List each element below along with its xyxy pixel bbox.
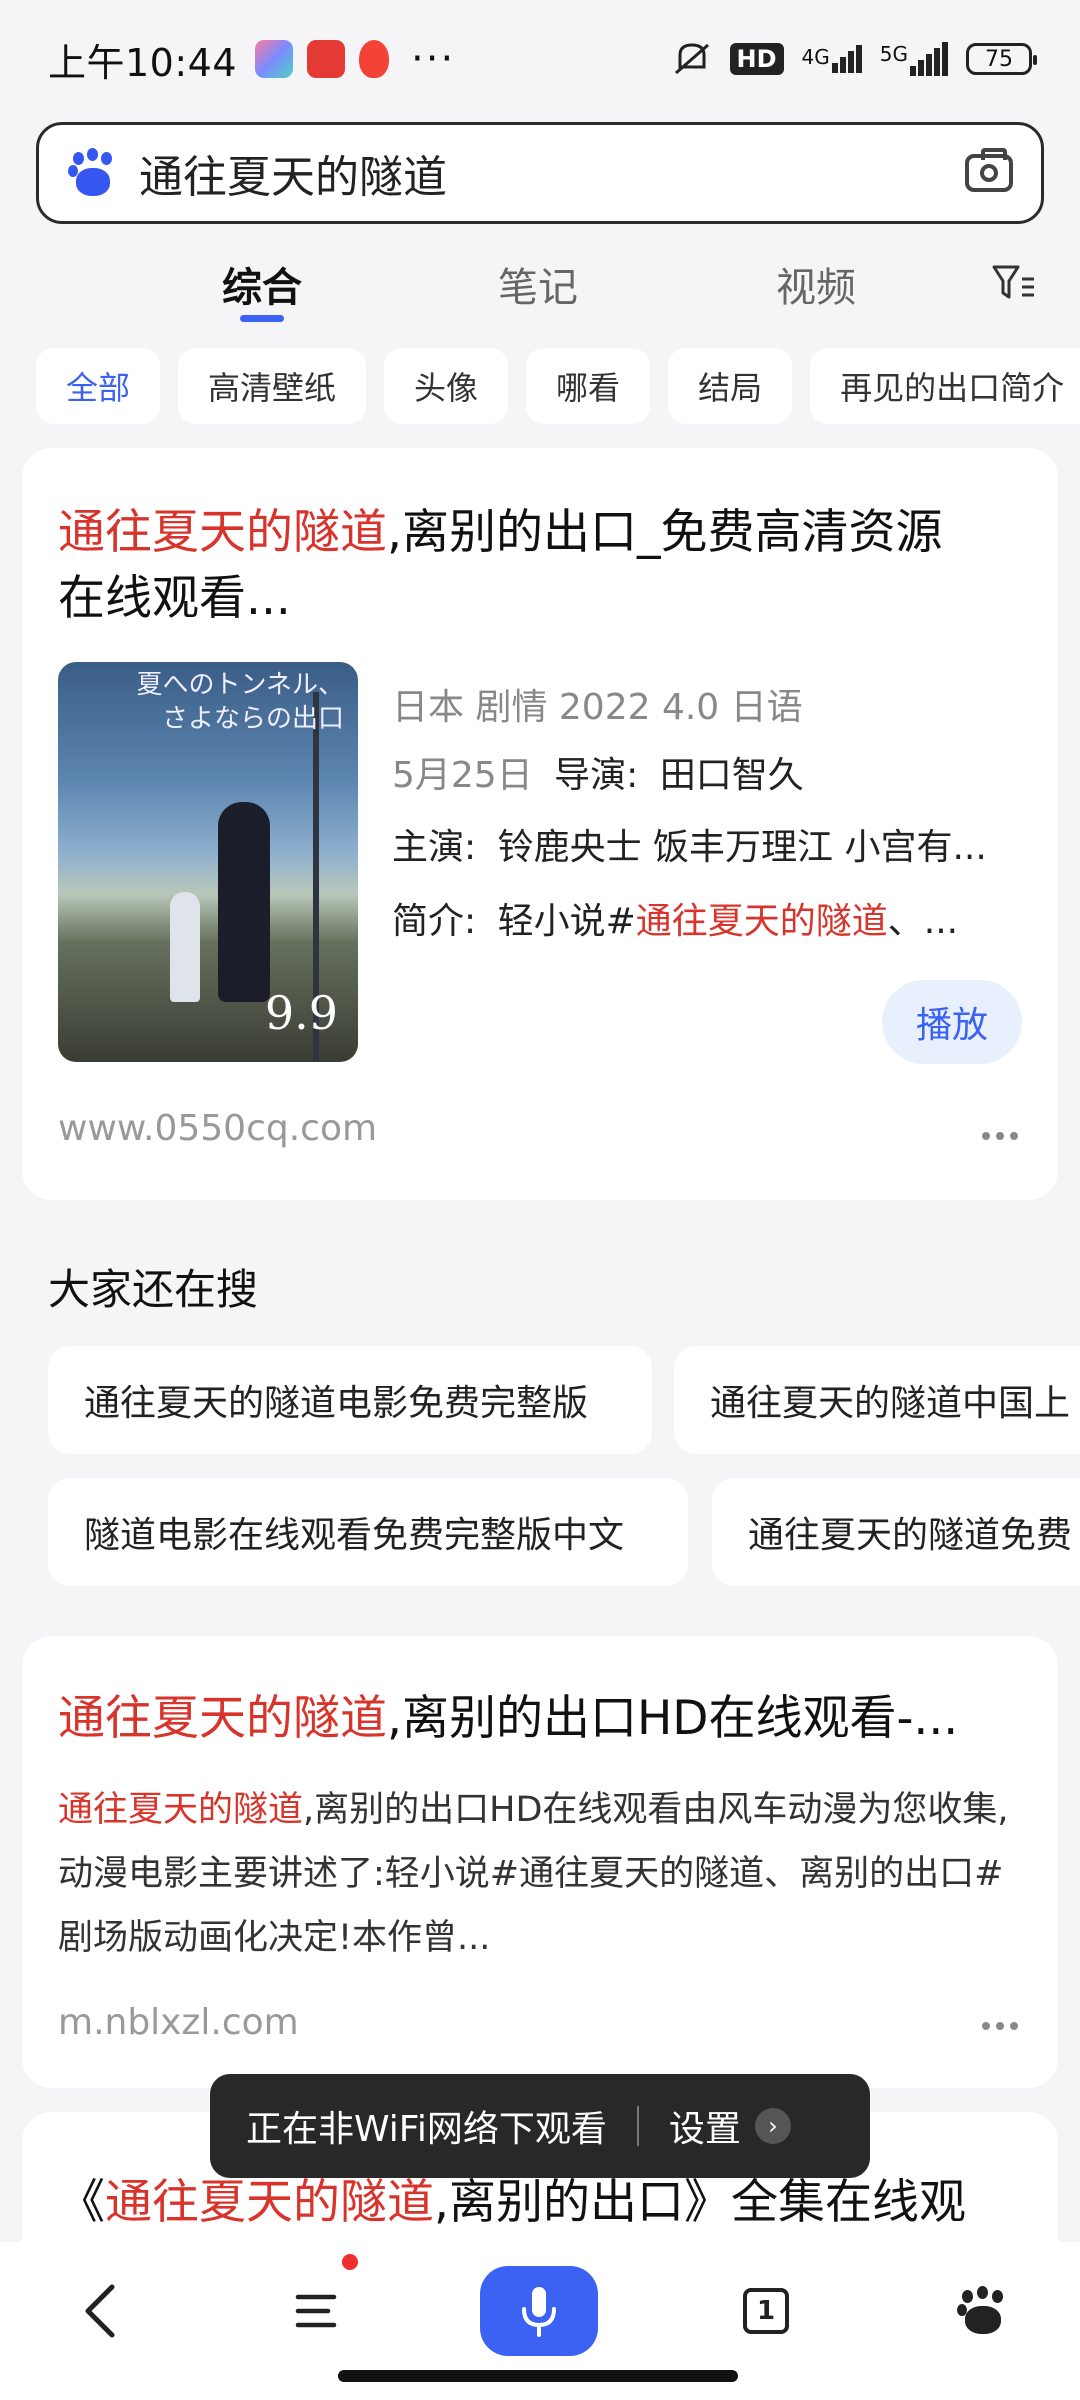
status-bar: 上午10:44 ··· HD 4G 5G 75 [0, 0, 1080, 118]
profile-button[interactable] [942, 2266, 1022, 2356]
result-snippet: 通往夏天的隧道,离别的出口HD在线观看由风车动漫为您收集,动漫电影主要讲述了:轻… [58, 1778, 1028, 1970]
battery-icon: 75 [966, 43, 1037, 75]
balloon-app-icon [359, 40, 390, 78]
director-label: 导演: [554, 755, 639, 796]
intro-highlight: 通往夏天的隧道 [635, 901, 888, 942]
result-url[interactable]: www.0550cq.com [58, 1108, 377, 1149]
related-search-item[interactable]: 隧道电影在线观看免费完整版中文 [48, 1478, 688, 1586]
poster-date: 9.9 [264, 986, 338, 1040]
intro-label: 简介: [392, 901, 477, 942]
net-type-label: 5G [879, 42, 908, 66]
toast-settings-button[interactable]: 设置 [669, 2100, 741, 2152]
baidu-paw-icon [957, 2286, 1007, 2336]
chip-where-to-watch[interactable]: 哪看 [526, 348, 651, 424]
active-tab-indicator [240, 315, 284, 322]
intro-text-end: 、... [887, 901, 959, 942]
poster-caption: 夏へのトンネル、 さよならの出口 [137, 668, 344, 736]
result-title[interactable]: 通往夏天的隧道,离别的出口HD在线观看-... [58, 1686, 1018, 1752]
cast-label: 主演: [392, 827, 477, 868]
movie-result-card[interactable]: 通往夏天的隧道,离别的出口_免费高清资源 在线观看... 夏へのトンネル、 さよ… [22, 448, 1058, 1200]
toast-message: 正在非WiFi网络下观看 [246, 2109, 607, 2150]
game-app-icon [255, 40, 294, 78]
tabs-count: 1 [756, 2296, 776, 2326]
result-title[interactable]: 《通往夏天的隧道,离别的出口》全集在线观 [58, 2170, 1048, 2236]
more-notifications-icon: ··· [411, 36, 456, 82]
title-highlight: 通往夏天的隧道 [58, 1691, 387, 1746]
poster-caption-line1: 夏へのトンネル、 [136, 670, 344, 700]
chip-all[interactable]: 全部 [36, 348, 161, 424]
voice-search-button[interactable] [480, 2266, 598, 2356]
title-bracket: 《 [58, 2175, 105, 2230]
intro-text: 轻小说# [497, 901, 636, 942]
network-toast: 正在非WiFi网络下观看 设置 › [210, 2074, 870, 2178]
notification-icons [255, 40, 390, 78]
mute-icon [674, 43, 709, 75]
play-button[interactable]: 播放 [882, 980, 1022, 1064]
tabs-button[interactable]: 1 [726, 2266, 806, 2356]
result-tabs: 综合 笔记 视频 [0, 245, 1080, 325]
more-options-icon[interactable] [982, 1132, 1018, 1142]
filter-icon[interactable] [992, 263, 1036, 303]
movie-release-director: 5月25日 导演: 田口智久 [392, 746, 804, 798]
tab-comprehensive[interactable]: 综合 [222, 255, 302, 313]
title-text: ,离别的出口HD在线观看-... [387, 1691, 959, 1746]
director-name: 田口智久 [659, 755, 804, 796]
title-text: ,离别的出口》全集在线观 [434, 2175, 966, 2230]
result-title[interactable]: 通往夏天的隧道,离别的出口_免费高清资源 在线观看... [58, 500, 1018, 632]
menu-icon [295, 2294, 337, 2328]
web-result-card[interactable]: 通往夏天的隧道,离别的出口HD在线观看-... 通往夏天的隧道,离别的出口HD在… [22, 1636, 1058, 2088]
notification-dot [342, 2254, 358, 2270]
related-search-item[interactable]: 通往夏天的隧道电影免费完整版 [48, 1346, 652, 1454]
title-highlight: 通往夏天的隧道 [58, 505, 387, 560]
system-icons: HD 4G 5G 75 [672, 41, 1037, 77]
title-text: ,离别的出口_免费高清资源 [387, 505, 943, 560]
poster-figure-boy [170, 892, 200, 1002]
chip-wallpaper[interactable]: 高清壁纸 [178, 348, 367, 424]
home-indicator[interactable] [338, 2370, 738, 2382]
poster-caption-line2: さよならの出口 [161, 704, 344, 734]
signal-5g-icon: 5G [880, 42, 948, 76]
chevron-right-icon[interactable]: › [754, 2108, 791, 2144]
release-date: 5月25日 [392, 755, 533, 796]
related-search-item[interactable]: 通往夏天的隧道免费 [712, 1478, 1080, 1586]
search-bar[interactable] [36, 122, 1044, 224]
result-url[interactable]: m.nblxzl.com [58, 2002, 299, 2043]
tabs-count-icon: 1 [743, 2288, 789, 2334]
tab-notes[interactable]: 笔记 [498, 255, 578, 313]
movie-meta: 日本 剧情 2022 4.0 日语 [392, 687, 803, 728]
title-text-line2: 在线观看... [58, 571, 291, 626]
chip-avatar[interactable]: 头像 [384, 348, 509, 424]
baidu-paw-icon [67, 148, 117, 198]
microphone-icon [522, 2287, 556, 2337]
search-input[interactable] [139, 147, 965, 199]
cast-names: 铃鹿央士 饭丰万理江 小宫有... [497, 827, 987, 868]
tab-videos[interactable]: 视频 [776, 255, 856, 313]
back-button[interactable] [64, 2266, 136, 2356]
title-highlight: 通往夏天的隧道 [105, 2175, 434, 2230]
snippet-highlight: 通往夏天的隧道 [58, 1790, 304, 1830]
camera-search-icon[interactable] [965, 148, 1013, 192]
menu-button[interactable] [276, 2266, 356, 2356]
movie-cast: 主演: 铃鹿央士 饭丰万理江 小宫有... [392, 818, 987, 870]
related-search-item[interactable]: 通往夏天的隧道中国上 [674, 1346, 1080, 1454]
signal-4g-icon: 4G [802, 45, 862, 73]
clock: 上午10:44 [48, 40, 238, 85]
back-arrow-icon [85, 2284, 115, 2338]
hd-voice-icon: HD [729, 43, 784, 75]
toast-divider [636, 2106, 639, 2146]
movie-poster[interactable]: 夏へのトンネル、 さよならの出口 9.9 [58, 662, 358, 1062]
chip-ending[interactable]: 结局 [668, 348, 793, 424]
chip-synopsis[interactable]: 再见的出口简介 [810, 348, 1080, 424]
net-type-label: 4G [801, 45, 830, 69]
news-app-icon [307, 40, 346, 78]
filter-chips: 全部 高清壁纸 头像 哪看 结局 再见的出口简介 [36, 348, 1080, 424]
related-searches-title: 大家还在搜 [48, 1265, 259, 1314]
movie-intro: 简介: 轻小说#通往夏天的隧道、... [392, 892, 958, 944]
more-options-icon[interactable] [982, 2022, 1018, 2032]
poster-figure-girl [218, 802, 270, 1002]
